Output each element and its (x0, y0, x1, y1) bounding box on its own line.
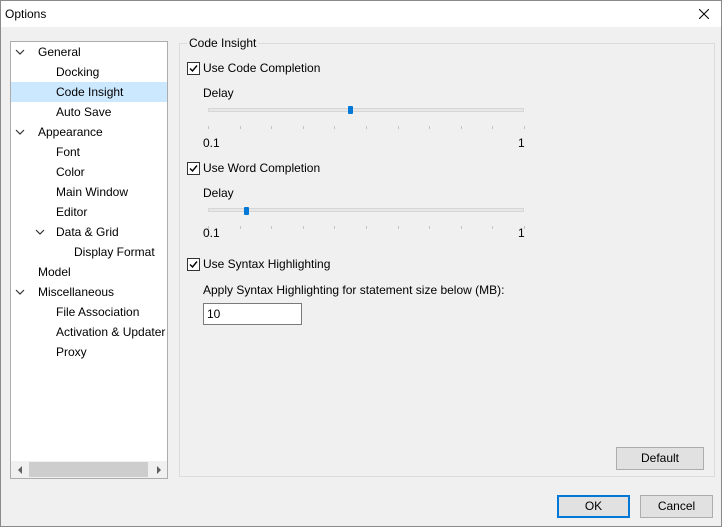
slider-tick (429, 126, 431, 129)
tree-label: Activation & Updater (56, 325, 166, 339)
group-title: Code Insight (187, 36, 259, 50)
tree-item-editor[interactable]: Editor (11, 202, 167, 222)
slider-thumb[interactable] (348, 106, 354, 114)
slider-tick (492, 126, 494, 129)
cancel-button[interactable]: Cancel (640, 495, 713, 518)
tree-item-proxy[interactable]: Proxy (11, 342, 167, 362)
tree-item-code-insight[interactable]: Code Insight (11, 82, 167, 102)
tree-item-docking[interactable]: Docking (11, 62, 167, 82)
tree-label: File Association (56, 305, 140, 319)
chevron-down-icon[interactable] (15, 288, 25, 296)
default-button[interactable]: Default (616, 447, 704, 470)
tree-label: Docking (56, 65, 100, 79)
slider-tick (429, 226, 431, 229)
slider-max-label: 1 (518, 136, 525, 150)
tree-label: Appearance (38, 125, 103, 139)
scroll-left-button[interactable] (11, 461, 28, 478)
slider-tick (334, 226, 336, 229)
tree-label: Miscellaneous (38, 285, 115, 299)
slider-tick (460, 226, 462, 229)
slider-tick (366, 226, 367, 229)
tree-item-model[interactable]: Model (11, 262, 167, 282)
tree-item-auto-save[interactable]: Auto Save (11, 102, 167, 122)
slider-min-label: 0.1 (203, 226, 220, 240)
window-title: Options (5, 7, 47, 21)
tree-label: Auto Save (56, 105, 112, 119)
tree-item-color[interactable]: Color (11, 162, 167, 182)
code-completion-delay-label: Delay (203, 86, 234, 100)
tree-item-miscellaneous[interactable]: Miscellaneous (11, 282, 167, 302)
slider-thumb[interactable] (243, 207, 249, 215)
slider-tick (492, 226, 494, 229)
slider-tick (302, 126, 304, 129)
word-completion-label[interactable]: Use Word Completion (203, 161, 320, 175)
tree-label: Display Format (74, 245, 155, 259)
slider-tick (397, 226, 399, 229)
chevron-down-icon[interactable] (35, 228, 45, 236)
slider-tick (239, 226, 241, 229)
slider-max-label: 1 (518, 226, 525, 240)
checkmark-icon (189, 165, 198, 173)
statement-size-label: Apply Syntax Highlighting for statement … (203, 283, 505, 297)
code-completion-label[interactable]: Use Code Completion (203, 61, 320, 75)
checkmark-icon (189, 261, 198, 269)
tree-item-activation-updater[interactable]: Activation & Updater (11, 322, 167, 342)
ok-button[interactable]: OK (557, 495, 630, 518)
slider-min-label: 0.1 (203, 136, 220, 150)
chevron-down-icon[interactable] (15, 48, 25, 56)
slider-tick (397, 126, 399, 129)
tree-item-main-window[interactable]: Main Window (11, 182, 167, 202)
word-completion-checkbox[interactable] (187, 162, 200, 175)
title-bar: Options (1, 1, 721, 27)
tree-horizontal-scrollbar[interactable] (11, 461, 167, 478)
options-tree[interactable]: General Docking Code Insight Auto Save A… (10, 41, 168, 479)
code-completion-checkbox[interactable] (187, 62, 200, 75)
statement-size-input[interactable]: 10 (203, 303, 302, 325)
tree-label: Code Insight (56, 85, 124, 99)
slider-tick (334, 126, 336, 129)
tree-label: Color (56, 165, 85, 179)
slider-tick (271, 126, 273, 129)
tree-item-data-grid[interactable]: Data & Grid (11, 222, 167, 242)
tree-item-file-association[interactable]: File Association (11, 302, 167, 322)
scrollbar-thumb[interactable] (29, 462, 148, 477)
tree-label: Proxy (56, 345, 87, 359)
slider-tick (271, 226, 273, 229)
syntax-highlighting-checkbox[interactable] (187, 258, 200, 271)
slider-tick (524, 126, 525, 129)
tree-label: Font (56, 145, 81, 159)
tree-label: Editor (56, 205, 88, 219)
slider-tick (239, 126, 241, 129)
chevron-down-icon[interactable] (15, 128, 25, 136)
tree-label: Data & Grid (56, 225, 119, 239)
tree-item-general[interactable]: General (11, 42, 167, 62)
scroll-right-button[interactable] (150, 461, 167, 478)
tree-item-display-format[interactable]: Display Format (11, 242, 167, 262)
close-icon (699, 9, 709, 19)
arrow-left-icon (17, 465, 22, 474)
word-completion-delay-slider[interactable] (208, 208, 524, 212)
checkmark-icon (189, 65, 198, 73)
options-dialog: Options General Docking Code Insight Aut… (0, 0, 722, 527)
tree-item-appearance[interactable]: Appearance (11, 122, 167, 142)
arrow-right-icon (156, 465, 161, 474)
tree-item-font[interactable]: Font (11, 142, 167, 162)
tree-label: Model (38, 265, 71, 279)
word-completion-delay-label: Delay (203, 186, 234, 200)
slider-tick (460, 126, 462, 129)
close-button[interactable] (687, 1, 721, 27)
code-completion-delay-slider[interactable] (208, 108, 524, 112)
tree-label: General (38, 45, 81, 59)
syntax-highlighting-label[interactable]: Use Syntax Highlighting (203, 257, 330, 271)
slider-tick (366, 126, 367, 129)
tree-label: Main Window (56, 185, 129, 199)
slider-tick (208, 126, 209, 129)
slider-tick (302, 226, 304, 229)
